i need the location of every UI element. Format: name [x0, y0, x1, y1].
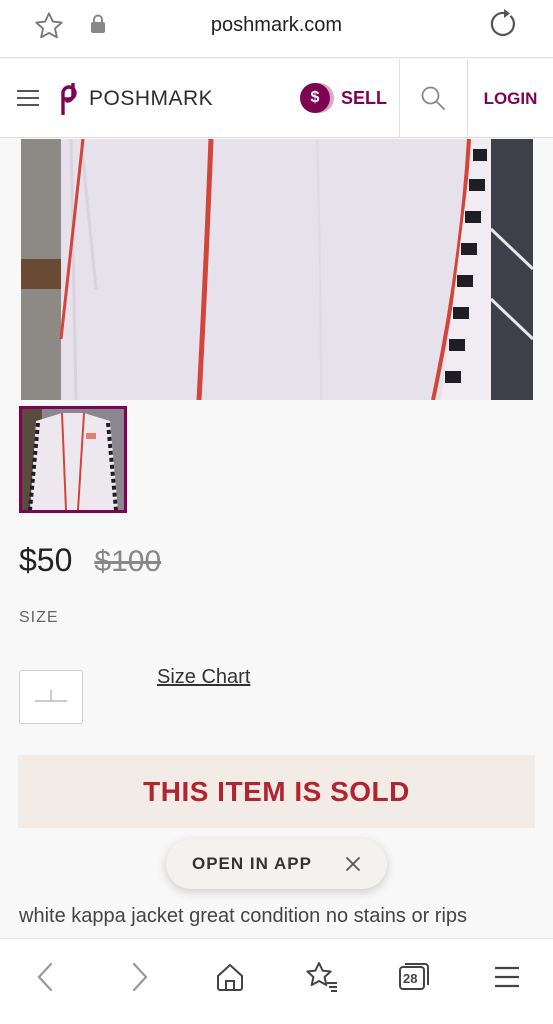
size-selector[interactable]: [19, 670, 83, 724]
size-label: SIZE: [19, 609, 59, 626]
login-button[interactable]: LOGIN: [468, 59, 553, 138]
reload-icon[interactable]: [489, 9, 519, 44]
hamburger-menu-icon[interactable]: [17, 90, 39, 106]
ruler-icon: [35, 690, 67, 702]
size-chart-link[interactable]: Size Chart: [157, 666, 250, 689]
open-in-app-button[interactable]: OPEN IN APP: [166, 839, 387, 889]
home-icon[interactable]: [207, 959, 253, 995]
menu-icon[interactable]: [484, 959, 530, 995]
url-domain[interactable]: poshmark.com: [0, 14, 553, 37]
sold-banner: THIS ITEM IS SOLD: [18, 755, 535, 828]
original-price: $100: [94, 545, 162, 578]
poshmark-logo-icon[interactable]: [54, 82, 82, 120]
dollar-coin-icon: $: [300, 83, 330, 113]
header-divider: [399, 59, 400, 138]
forward-icon[interactable]: [117, 959, 163, 995]
open-in-app-label: OPEN IN APP: [192, 854, 312, 873]
brand-name[interactable]: POSHMARK: [89, 87, 213, 111]
back-icon[interactable]: [22, 959, 68, 995]
browser-url-bar: poshmark.com: [0, 0, 553, 58]
product-description: white kappa jacket great condition no st…: [19, 905, 468, 927]
browser-bottom-nav: 28: [0, 938, 553, 1024]
product-thumbnail[interactable]: [19, 406, 127, 513]
tab-count: 28: [403, 971, 418, 986]
sell-button[interactable]: $ SELL: [300, 83, 387, 113]
price-row: $50 $100: [19, 542, 161, 582]
close-icon[interactable]: [345, 856, 361, 877]
search-icon[interactable]: [420, 85, 446, 116]
product-main-image[interactable]: [21, 139, 533, 400]
bookmarks-star-icon[interactable]: [299, 959, 345, 995]
current-price: $50: [19, 542, 73, 578]
sell-label: SELL: [341, 87, 388, 108]
site-header: POSHMARK $ SELL LOGIN: [0, 59, 553, 138]
tabs-icon[interactable]: 28: [391, 959, 437, 995]
